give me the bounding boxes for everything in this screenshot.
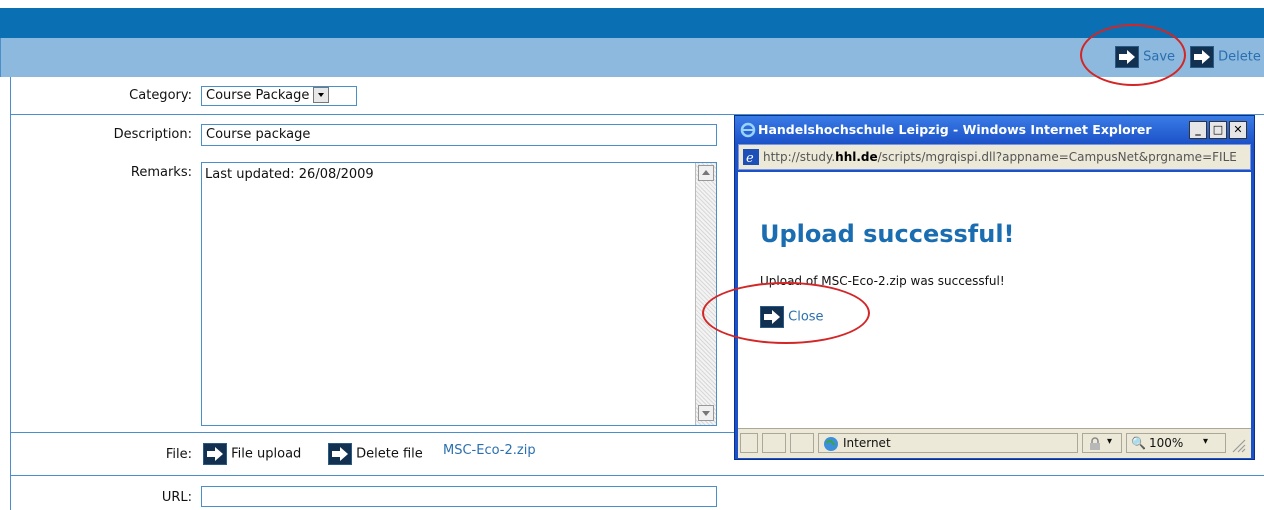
status-pane: [762, 433, 786, 453]
scroll-up-icon[interactable]: [698, 165, 714, 181]
arrow-right-icon: [203, 443, 227, 465]
description-input[interactable]: Course package: [201, 124, 717, 146]
address-bar[interactable]: e http://study.hhl.de/scripts/mgrqispi.d…: [738, 144, 1251, 170]
protected-mode-pane[interactable]: ▾: [1082, 433, 1122, 453]
category-select[interactable]: Course Package: [201, 86, 357, 106]
delete-file-label: Delete file: [356, 446, 423, 462]
category-label: Category:: [129, 88, 192, 103]
file-upload-button[interactable]: File upload: [203, 443, 321, 467]
url-label: URL:: [161, 490, 192, 505]
resize-grip-icon[interactable]: [1232, 439, 1246, 453]
toolbar: Save Delete: [0, 38, 1264, 77]
zoom-icon: 🔍: [1131, 436, 1146, 450]
delete-label: Delete: [1218, 49, 1261, 65]
zone-label: Internet: [843, 436, 891, 450]
chevron-down-icon[interactable]: ▾: [1107, 436, 1112, 447]
maximize-icon[interactable]: □: [1209, 121, 1227, 139]
minimize-icon[interactable]: _: [1189, 121, 1207, 139]
annotation-circle-close: [702, 282, 870, 344]
delete-button[interactable]: Delete: [1190, 46, 1264, 70]
zoom-level: 100%: [1149, 436, 1184, 450]
description-label: Description:: [113, 127, 192, 142]
top-banner: [0, 0, 1264, 38]
status-pane: [740, 433, 758, 453]
svg-text:e: e: [746, 151, 754, 165]
file-name-link[interactable]: MSC-Eco-2.zip: [443, 443, 536, 458]
status-bar: Internet ▾ 🔍 100% ▾: [738, 428, 1251, 458]
page-icon: e: [743, 149, 759, 166]
globe-icon: [823, 436, 839, 452]
popup-titlebar[interactable]: Handelshochschule Leipzig - Windows Inte…: [735, 116, 1254, 144]
divider: [10, 432, 734, 433]
lock-icon: [1087, 436, 1103, 452]
category-value: Course Package: [206, 88, 310, 103]
chevron-down-icon[interactable]: [313, 86, 330, 103]
upload-heading: Upload successful!: [760, 220, 1015, 248]
remarks-scrollbar[interactable]: [695, 163, 716, 425]
close-window-icon[interactable]: ✕: [1229, 121, 1247, 139]
divider: [10, 475, 1264, 476]
arrow-right-icon: [328, 443, 352, 465]
address-url: http://study.hhl.de/scripts/mgrqispi.dll…: [763, 150, 1237, 164]
remarks-text: Last updated: 26/08/2009: [205, 167, 374, 182]
status-pane: [790, 433, 814, 453]
annotation-circle-save: [1080, 24, 1186, 86]
url-input[interactable]: [201, 486, 717, 507]
chevron-down-icon[interactable]: ▾: [1203, 436, 1208, 447]
remarks-textarea[interactable]: Last updated: 26/08/2009: [201, 162, 717, 426]
zoom-pane[interactable]: 🔍 100% ▾: [1126, 433, 1226, 453]
ie-logo-icon: [740, 122, 756, 138]
remarks-label: Remarks:: [130, 165, 192, 180]
arrow-right-icon: [1190, 46, 1214, 68]
popup-title: Handelshochschule Leipzig - Windows Inte…: [758, 122, 1152, 137]
file-label: File:: [165, 447, 192, 462]
delete-file-button[interactable]: Delete file: [328, 443, 436, 467]
zone-pane: Internet: [818, 433, 1078, 453]
scroll-down-icon[interactable]: [698, 405, 714, 421]
file-upload-label: File upload: [231, 446, 302, 462]
